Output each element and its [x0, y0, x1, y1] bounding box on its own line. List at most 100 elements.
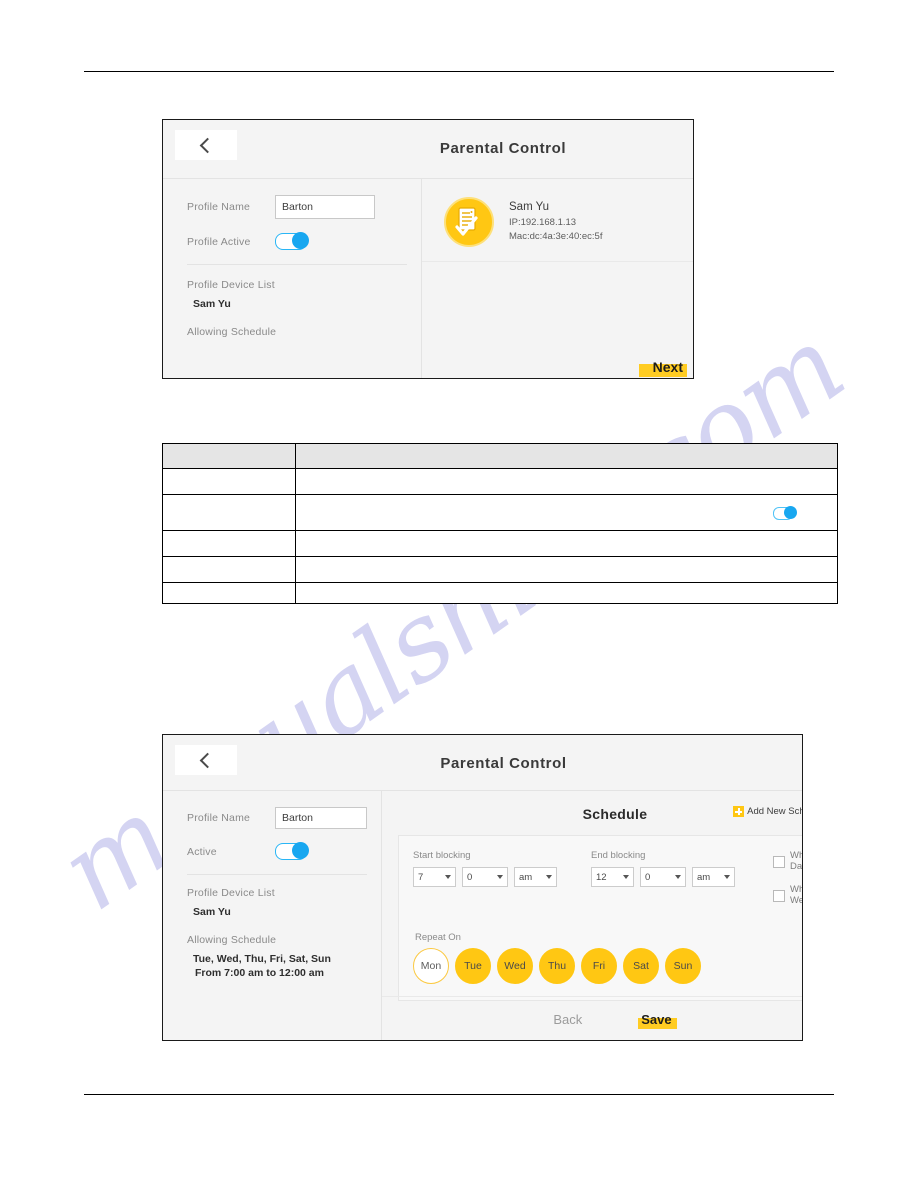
- panel-header: Parental Control: [163, 120, 693, 178]
- form-divider: [187, 874, 367, 875]
- blocking-row: Start blocking 7 0 am End blocking 12 0 …: [413, 850, 803, 918]
- day-toggle-tue[interactable]: Tue: [455, 947, 491, 984]
- profile-active-row: Profile Active: [187, 232, 407, 250]
- table-cell-label: [161, 582, 297, 604]
- active-row: Active: [187, 842, 367, 860]
- table-head: [161, 443, 838, 469]
- start-time-selects: 7 0 am: [413, 867, 563, 887]
- profile-form: Profile Name Barton Profile Active Profi…: [163, 179, 422, 378]
- chevron-down-icon: [497, 875, 503, 879]
- repeat-day-selector: Mon Tue Wed Thu Fri Sat Sun: [413, 947, 802, 984]
- toggle-knob: [292, 232, 309, 249]
- day-toggle-fri[interactable]: Fri: [581, 947, 617, 984]
- profile-active-toggle[interactable]: [275, 232, 309, 250]
- page-footer-rule: [84, 1094, 834, 1095]
- repeat-on-label: Repeat On: [415, 931, 461, 943]
- end-meridiem-value: am: [697, 871, 711, 883]
- profile-device-list-label: Profile Device List: [187, 887, 275, 899]
- profile-name-row: Profile Name Barton: [187, 807, 367, 829]
- whole-day-checkbox[interactable]: [773, 855, 785, 868]
- table-row: [161, 530, 838, 557]
- table-body: [161, 468, 838, 604]
- page-header-rule: [84, 71, 834, 72]
- start-blocking-label: Start blocking: [413, 850, 471, 861]
- panel-body: Profile Name Barton Active Profile Devic…: [163, 790, 803, 1040]
- allowing-schedule-time: From 7:00 am to 12:00 am: [195, 967, 324, 979]
- profile-device-list-label: Profile Device List: [187, 279, 275, 291]
- profile-active-label: Profile Active: [187, 235, 251, 248]
- table-header-row: [161, 443, 838, 469]
- table-cell-description: [295, 494, 838, 531]
- allowing-schedule-label: Allowing Schedule: [187, 934, 277, 946]
- start-minute-value: 0: [467, 871, 473, 883]
- chevron-down-icon: [675, 875, 681, 879]
- chevron-down-icon: [623, 875, 629, 879]
- table-cell-label: [161, 494, 297, 531]
- day-toggle-mon[interactable]: Mon: [413, 947, 449, 984]
- device-info: Sam Yu IP:192.168.1.13 Mac:dc:4a:3e:40:e…: [509, 201, 602, 244]
- table-cell-label: [161, 556, 297, 583]
- toggle-knob: [292, 842, 309, 859]
- end-time-selects: 12 0 am: [591, 867, 741, 887]
- whole-week-row[interactable]: Whole Week: [773, 883, 803, 907]
- toggle-switch-icon[interactable]: [773, 506, 797, 520]
- start-blocking-group: Start blocking 7 0 am: [413, 850, 563, 887]
- chevron-down-icon: [724, 875, 730, 879]
- table-row: [161, 494, 838, 531]
- start-hour-select[interactable]: 7: [413, 867, 456, 887]
- whole-week-checkbox[interactable]: [773, 889, 785, 902]
- table-row: [161, 556, 838, 583]
- next-button[interactable]: Next: [651, 359, 685, 375]
- end-hour-select[interactable]: 12: [591, 867, 634, 887]
- table-row: [161, 468, 838, 495]
- chevron-down-icon: [445, 875, 451, 879]
- schedule-editor: Start blocking 7 0 am End blocking 12 0 …: [398, 835, 803, 1001]
- profile-name-label: Profile Name: [187, 812, 251, 824]
- end-minute-select[interactable]: 0: [640, 867, 686, 887]
- day-toggle-sat[interactable]: Sat: [623, 947, 659, 984]
- back-action-button[interactable]: Back: [553, 1012, 582, 1027]
- start-minute-select[interactable]: 0: [462, 867, 508, 887]
- page-title: Parental Control: [440, 755, 567, 772]
- end-minute-value: 0: [645, 871, 651, 883]
- start-hour-value: 7: [418, 871, 424, 883]
- end-hour-value: 12: [596, 871, 607, 883]
- start-meridiem-value: am: [519, 871, 533, 883]
- table-cell-description: [295, 468, 838, 495]
- whole-week-label: Whole Week: [790, 883, 803, 907]
- device-mac: Mac:dc:4a:3e:40:ec:5f: [509, 230, 603, 242]
- day-toggle-thu[interactable]: Thu: [539, 947, 575, 984]
- day-toggle-sun[interactable]: Sun: [665, 947, 701, 984]
- table-cell-label: [161, 530, 297, 557]
- device-card[interactable]: Sam Yu IP:192.168.1.13 Mac:dc:4a:3e:40:e…: [422, 179, 693, 262]
- device-name: Sam Yu: [509, 200, 550, 213]
- reference-table: [161, 443, 838, 604]
- panel-body: Profile Name Barton Profile Active Profi…: [163, 178, 693, 378]
- profile-name-row: Profile Name Barton: [187, 195, 407, 219]
- whole-period-checkboxes: Whole Day Whole Week: [773, 850, 803, 918]
- schedule-title: Schedule: [582, 806, 648, 822]
- active-toggle[interactable]: [275, 842, 309, 860]
- page-title: Parental Control: [439, 140, 567, 157]
- table-header-label: [161, 443, 297, 469]
- profile-name-input[interactable]: Barton: [275, 195, 375, 219]
- whole-day-row[interactable]: Whole Day: [773, 850, 802, 873]
- device-panel: Sam Yu IP:192.168.1.13 Mac:dc:4a:3e:40:e…: [422, 179, 693, 378]
- profile-name-input[interactable]: Barton: [275, 807, 367, 829]
- start-meridiem-select[interactable]: am: [514, 867, 557, 887]
- table-cell-label: [161, 468, 297, 495]
- device-ip: IP:192.168.1.13: [509, 216, 577, 228]
- end-blocking-group: End blocking 12 0 am: [591, 850, 741, 887]
- day-toggle-wed[interactable]: Wed: [497, 947, 533, 984]
- end-meridiem-select[interactable]: am: [692, 867, 735, 887]
- profile-form: Profile Name Barton Active Profile Devic…: [163, 791, 382, 1040]
- table-cell-description: [295, 582, 838, 604]
- profile-name-label: Profile Name: [187, 201, 251, 213]
- add-new-schedule-button[interactable]: Add New Schedule: [733, 806, 802, 817]
- chevron-down-icon: [546, 875, 552, 879]
- end-blocking-label: End blocking: [591, 850, 646, 861]
- save-label: Save: [641, 1011, 672, 1027]
- profile-device-list-value: Sam Yu: [193, 298, 231, 310]
- parental-control-schedule-screenshot: Parental Control Profile Name Barton Act…: [162, 734, 803, 1041]
- save-button[interactable]: Save: [638, 1011, 677, 1029]
